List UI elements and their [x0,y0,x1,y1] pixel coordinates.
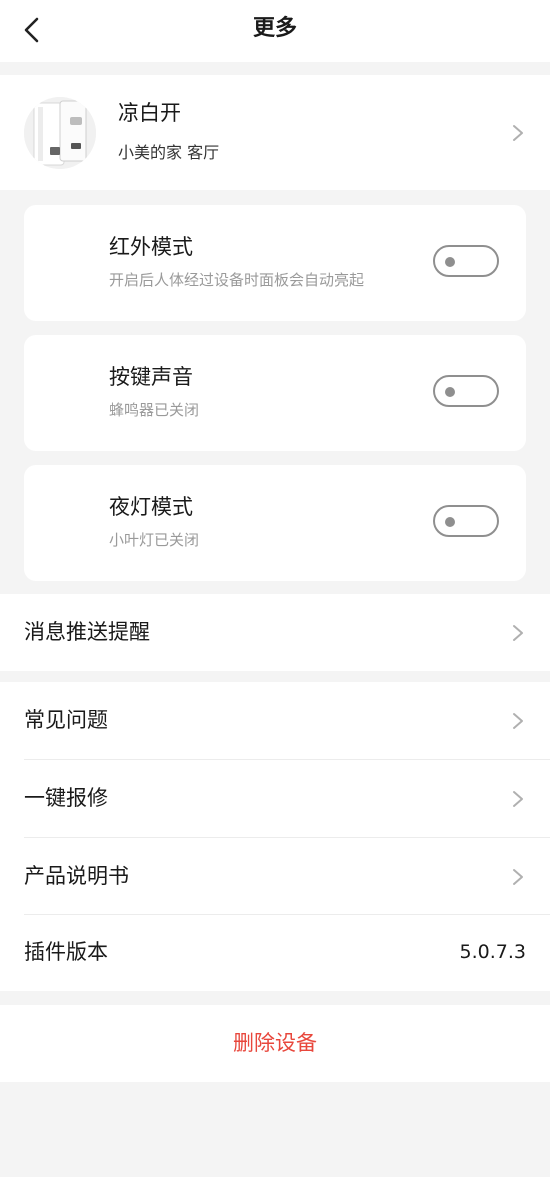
switch-knob [445,387,455,397]
chevron-right-icon [513,125,523,141]
toggle-description: 小叶灯已关闭 [109,531,200,549]
toggle-card-night-light: 夜灯模式 小叶灯已关闭 [24,465,526,581]
chevron-right-icon [513,625,523,641]
repair-row[interactable]: 一键报修 [0,760,550,837]
switch-knob [445,517,455,527]
device-location: 小美的家 客厅 [118,143,220,162]
faq-row[interactable]: 常见问题 [0,682,550,759]
device-info-card[interactable]: 凉白开 小美的家 客厅 [0,75,550,190]
toggle-description: 蜂鸣器已关闭 [109,401,200,419]
delete-device-button[interactable]: 删除设备 [0,1005,550,1082]
toggle-card-infrared: 红外模式 开启后人体经过设备时面板会自动亮起 [24,205,526,321]
page-title: 更多 [252,16,297,41]
top-bar: 更多 [0,0,550,62]
row-label: 一键报修 [24,786,108,810]
toggle-card-key-sound: 按键声音 蜂鸣器已关闭 [24,335,526,451]
notification-settings-row[interactable]: 消息推送提醒 [0,594,550,671]
notification-section: 消息推送提醒 [0,594,550,671]
delete-section: 删除设备 [0,1005,550,1082]
chevron-right-icon [513,869,523,885]
device-image [24,97,96,169]
toggle-title: 红外模式 [109,235,193,259]
toggle-description: 开启后人体经过设备时面板会自动亮起 [109,271,365,289]
settings-toggles: 红外模式 开启后人体经过设备时面板会自动亮起 按键声音 蜂鸣器已关闭 夜灯模式 … [0,192,550,593]
row-label: 产品说明书 [24,864,129,888]
plugin-version-row: 插件版本 5.0.7.3 [0,914,550,991]
manual-row[interactable]: 产品说明书 [0,838,550,915]
chevron-right-icon [513,791,523,807]
device-name: 凉白开 [118,101,181,125]
row-label: 插件版本 [24,940,108,964]
row-label: 常见问题 [24,708,108,732]
toggle-title: 夜灯模式 [109,495,193,519]
key-sound-switch[interactable] [433,375,499,407]
toggle-title: 按键声音 [109,365,193,389]
row-label: 消息推送提醒 [24,620,150,644]
help-section: 常见问题 一键报修 产品说明书 插件版本 5.0.7.3 [0,682,550,991]
chevron-right-icon [513,713,523,729]
infrared-mode-switch[interactable] [433,245,499,277]
night-light-switch[interactable] [433,505,499,537]
plugin-version-value: 5.0.7.3 [459,941,526,963]
switch-knob [445,257,455,267]
